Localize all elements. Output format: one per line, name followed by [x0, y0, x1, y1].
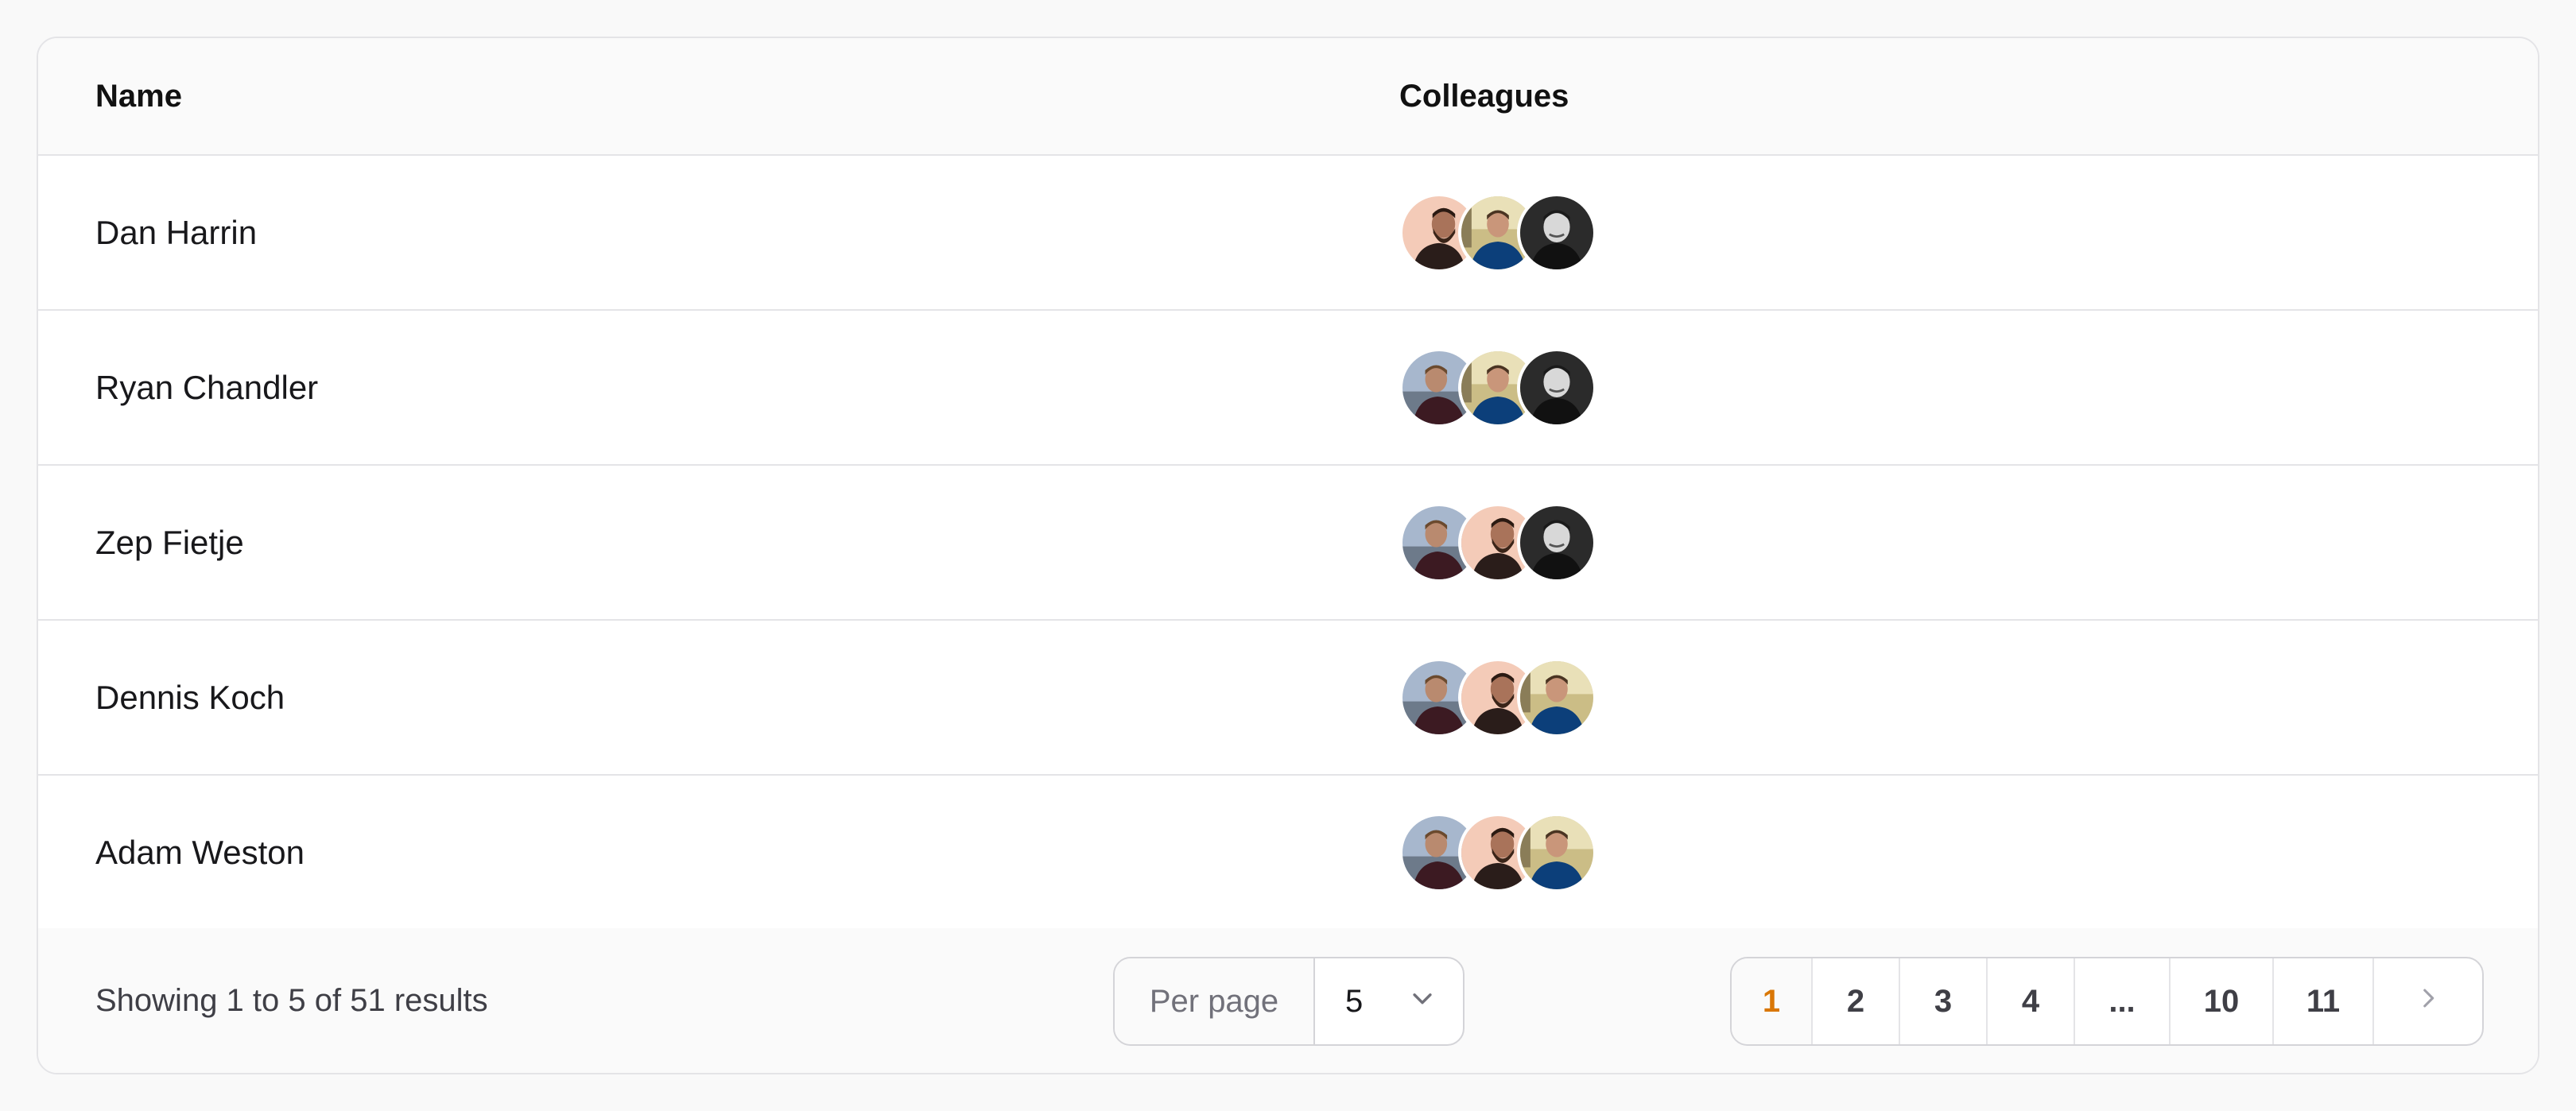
page-11-button[interactable]: 11 — [2274, 958, 2374, 1044]
colleagues-avatar-stack — [1399, 156, 1596, 309]
column-header-colleagues[interactable]: Colleagues — [1399, 38, 1569, 154]
colleagues-avatar-stack — [1399, 621, 1596, 774]
name-cell: Adam Weston — [95, 833, 305, 871]
page-10-button[interactable]: 10 — [2171, 958, 2274, 1044]
table-row[interactable]: Zep Fietje — [38, 466, 2538, 621]
column-header-name[interactable]: Name — [95, 38, 182, 154]
next-page-button[interactable] — [2374, 958, 2482, 1044]
chevron-right-icon — [2415, 984, 2442, 1020]
table-row[interactable]: Dan Harrin — [38, 156, 2538, 311]
pagination-footer: Showing 1 to 5 of 51 results Per page 5 … — [38, 928, 2538, 1073]
avatar — [1517, 347, 1596, 428]
pagination-ellipsis: ... — [2075, 958, 2171, 1044]
colleagues-avatar-stack — [1399, 311, 1596, 464]
page-2-button[interactable]: 2 — [1813, 958, 1900, 1044]
name-cell: Dan Harrin — [95, 213, 258, 251]
colleagues-avatar-stack — [1399, 776, 1596, 929]
avatar — [1517, 502, 1596, 583]
name-cell: Dennis Koch — [95, 678, 285, 716]
table-card: Name Colleagues Dan Harrin Ryan Chandler Z… — [37, 37, 2539, 1074]
chevron-down-icon — [1409, 984, 1436, 1020]
results-summary: Showing 1 to 5 of 51 results — [95, 982, 488, 1018]
table-row[interactable]: Dennis Koch — [38, 621, 2538, 776]
colleagues-avatar-stack — [1399, 466, 1596, 619]
table-row[interactable]: Ryan Chandler — [38, 311, 2538, 466]
per-page-label: Per page — [1115, 958, 1315, 1044]
pagination: 1 2 3 4... 10 11 — [1730, 957, 2484, 1046]
avatar — [1517, 657, 1596, 737]
name-cell: Zep Fietje — [95, 523, 244, 561]
per-page-dropdown[interactable]: 5 — [1315, 958, 1463, 1044]
avatar — [1517, 192, 1596, 273]
per-page-select[interactable]: Per page 5 — [1113, 957, 1465, 1046]
page-3-button[interactable]: 3 — [1900, 958, 1988, 1044]
page-1-button[interactable]: 1 — [1732, 958, 1813, 1044]
avatar — [1517, 812, 1596, 892]
per-page-value: 5 — [1345, 983, 1364, 1019]
table-body: Dan Harrin Ryan Chandler Zep Fietje Dennis … — [38, 156, 2538, 931]
name-cell: Ryan Chandler — [95, 368, 319, 406]
table-header: Name Colleagues — [38, 38, 2538, 156]
page-4-button[interactable]: 4 — [1988, 958, 2075, 1044]
table-row[interactable]: Adam Weston — [38, 776, 2538, 931]
